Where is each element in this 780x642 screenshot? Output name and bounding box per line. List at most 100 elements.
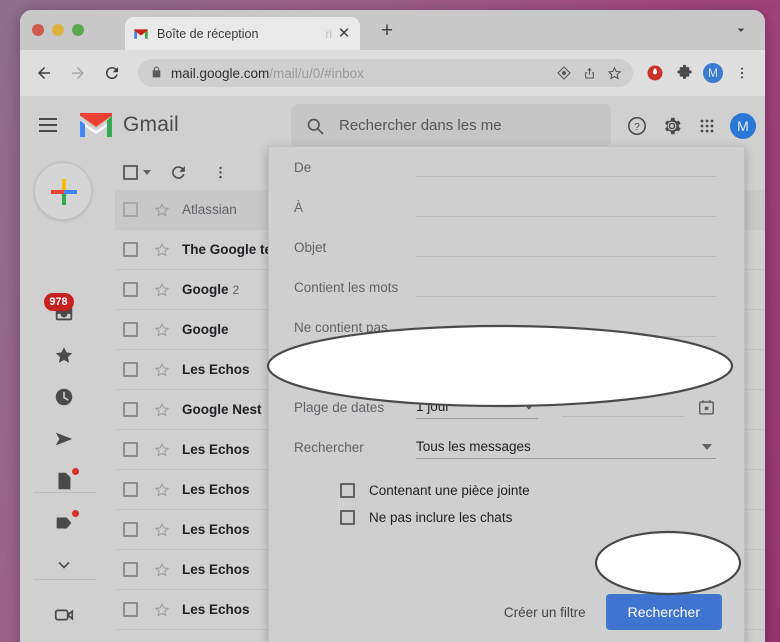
star-outline-icon[interactable] — [152, 280, 172, 300]
star-outline-icon[interactable] — [152, 320, 172, 340]
has-attachment-label: Contenant une pièce jointe — [369, 483, 530, 498]
size-operator-select[interactable]: supérieure à — [416, 355, 532, 379]
google-apps-icon[interactable] — [695, 114, 719, 138]
rail-divider — [34, 579, 96, 580]
media-diamond-icon[interactable] — [553, 62, 575, 84]
star-outline-icon[interactable] — [152, 400, 172, 420]
from-input[interactable] — [416, 157, 716, 177]
sidebar-item-more[interactable] — [20, 548, 107, 582]
url-path: /mail/u/0/#inbox — [269, 66, 364, 81]
star-outline-icon[interactable] — [152, 360, 172, 380]
sidebar-item-snoozed[interactable] — [20, 380, 107, 414]
sidebar-item-inbox[interactable]: 978 — [20, 296, 107, 330]
extensions-puzzle-icon[interactable] — [671, 60, 697, 86]
scope-label: Rechercher — [294, 440, 416, 455]
profile-avatar[interactable]: M — [700, 60, 726, 86]
help-icon[interactable]: ? — [625, 114, 649, 138]
advanced-search-panel: De À Objet Contient les mots Ne contient — [268, 146, 745, 642]
maximize-window-button[interactable] — [72, 24, 84, 36]
row-select-checkbox[interactable] — [123, 322, 138, 337]
sidebar-item-starred[interactable] — [20, 338, 107, 372]
share-icon[interactable] — [578, 62, 600, 84]
chevron-down-icon — [702, 444, 712, 450]
bookmark-star-icon[interactable] — [603, 62, 625, 84]
opera-shield-icon[interactable] — [642, 60, 668, 86]
size-unit-select[interactable]: Mo — [668, 355, 720, 379]
select-all-checkbox[interactable] — [123, 165, 151, 180]
search-submit-button[interactable]: Rechercher — [606, 594, 722, 630]
field-row-subject: Objet — [269, 227, 744, 267]
chevron-down-icon — [706, 364, 716, 370]
refresh-icon[interactable] — [163, 157, 193, 187]
row-select-checkbox[interactable] — [123, 522, 138, 537]
row-select-checkbox[interactable] — [123, 442, 138, 457]
to-input[interactable] — [416, 197, 716, 217]
chrome-menu-icon[interactable] — [729, 60, 755, 86]
checkbox-row-attachment[interactable]: Contenant une pièce jointe — [269, 477, 744, 504]
navigation-rail: 978 — [20, 154, 107, 642]
inbox-unread-badge: 978 — [44, 293, 74, 311]
browser-window: Boîte de réception ri ✕ + ma — [20, 10, 765, 642]
row-select-checkbox[interactable] — [123, 562, 138, 577]
date-range-select[interactable]: 1 jour — [416, 395, 538, 419]
calendar-icon[interactable] — [696, 397, 716, 417]
close-tab-icon[interactable]: ✕ — [336, 26, 352, 42]
sidebar-item-sent[interactable] — [20, 422, 107, 456]
field-row-date-range: Plage de dates 1 jour — [269, 387, 744, 427]
date-specific-input[interactable] — [562, 397, 684, 417]
more-vertical-icon[interactable] — [205, 157, 235, 187]
has-attachment-checkbox[interactable] — [340, 483, 355, 498]
account-avatar[interactable]: M — [730, 113, 756, 139]
chevron-down-icon — [518, 364, 528, 370]
row-select-checkbox[interactable] — [123, 402, 138, 417]
row-select-checkbox[interactable] — [123, 202, 138, 217]
back-button[interactable] — [30, 59, 58, 87]
search-icon — [305, 116, 325, 136]
checkbox-row-exclude-chats[interactable]: Ne pas inclure les chats — [269, 504, 744, 531]
size-value: 5 — [558, 359, 566, 374]
star-outline-icon[interactable] — [152, 200, 172, 220]
settings-gear-icon[interactable] — [660, 114, 684, 138]
row-select-checkbox[interactable] — [123, 602, 138, 617]
compose-button[interactable] — [34, 162, 92, 220]
new-tab-button[interactable]: + — [375, 18, 399, 42]
browser-tab-inbox[interactable]: Boîte de réception ri ✕ — [125, 17, 360, 50]
subject-input[interactable] — [416, 237, 716, 257]
window-controls — [32, 24, 84, 36]
labels-dot-indicator — [72, 510, 79, 517]
row-select-checkbox[interactable] — [123, 242, 138, 257]
chevron-down-icon[interactable] — [731, 20, 751, 40]
row-select-checkbox[interactable] — [123, 362, 138, 377]
exclude-chats-checkbox[interactable] — [340, 510, 355, 525]
browser-tab-ghost-text: ri — [325, 27, 332, 41]
inbox-icon: 978 — [52, 301, 76, 325]
search-input[interactable]: Rechercher dans les me — [291, 104, 611, 147]
star-outline-icon[interactable] — [152, 520, 172, 540]
star-outline-icon[interactable] — [152, 560, 172, 580]
create-filter-link[interactable]: Créer un filtre — [504, 605, 586, 620]
star-outline-icon[interactable] — [152, 440, 172, 460]
field-row-size: Taille supérieure à 5 Mo — [269, 347, 744, 387]
address-bar[interactable]: mail.google.com/mail/u/0/#inbox — [138, 59, 633, 87]
size-value-input[interactable]: 5 — [558, 355, 668, 379]
gmail-favicon-icon — [133, 26, 149, 42]
close-window-button[interactable] — [32, 24, 44, 36]
sidebar-item-labels[interactable] — [20, 506, 107, 540]
not-words-input[interactable] — [416, 317, 716, 337]
star-outline-icon[interactable] — [152, 480, 172, 500]
star-outline-icon[interactable] — [152, 600, 172, 620]
mail-body: 978 — [20, 154, 765, 642]
lock-icon — [150, 66, 162, 80]
field-row-scope: Rechercher Tous les messages — [269, 427, 744, 467]
sidebar-item-meet-new[interactable] — [20, 598, 107, 632]
scope-select[interactable]: Tous les messages — [416, 435, 716, 459]
main-menu-icon[interactable] — [30, 107, 66, 143]
row-select-checkbox[interactable] — [123, 482, 138, 497]
minimize-window-button[interactable] — [52, 24, 64, 36]
forward-button[interactable] — [64, 59, 92, 87]
has-words-input[interactable] — [416, 277, 716, 297]
star-outline-icon[interactable] — [152, 240, 172, 260]
row-select-checkbox[interactable] — [123, 282, 138, 297]
reload-button[interactable] — [98, 59, 126, 87]
svg-text:?: ? — [634, 122, 640, 133]
